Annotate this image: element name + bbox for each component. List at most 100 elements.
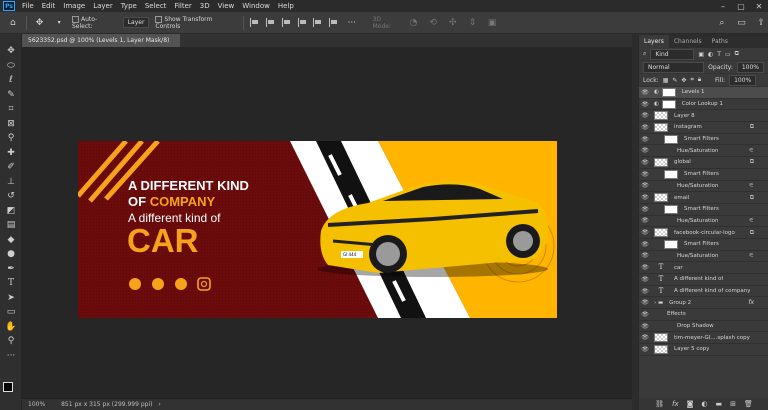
zoom-tool-icon[interactable]: ⚲ [0,334,22,349]
menu-filter[interactable]: Filter [170,2,195,10]
menu-select[interactable]: Select [141,2,171,10]
layer-row[interactable]: 👁︎ Smart Filters [639,134,768,146]
link-layers-icon[interactable]: ⛓ [655,400,664,408]
tab-paths[interactable]: Paths [707,35,733,48]
menu-view[interactable]: View [214,2,239,10]
healing-brush-tool-icon[interactable]: ✚ [0,146,22,161]
layer-row[interactable]: 👁︎ Effects [639,309,768,321]
layer-row[interactable]: 👁︎ T A different kind of [639,274,768,286]
visibility-eye-icon[interactable]: 👁︎ [639,323,651,330]
layer-row[interactable]: 👁︎ tim-meyer-GI....splash copy [639,332,768,345]
maximize-icon[interactable]: ▢ [732,0,750,12]
align-middle-icon[interactable] [313,18,323,27]
auto-select-checkbox[interactable]: Auto-Select: [72,15,117,30]
chevron-right-icon[interactable]: › [158,401,160,408]
layer-row[interactable]: 👁︎ Smart Filters [639,204,768,216]
align-top-icon[interactable] [297,18,308,27]
search-icon[interactable]: ⌕ [715,18,729,28]
visibility-eye-icon[interactable]: 👁︎ [639,112,651,119]
layer-row[interactable]: 👁︎ Smart Filters [639,239,768,251]
layer-row[interactable]: 👁︎ Hue/Saturation ⚟ [639,251,768,263]
fill-input[interactable]: 100% [729,74,757,86]
frame-tool-icon[interactable]: ⊠ [0,117,22,132]
layer-row[interactable]: 👁︎ Layer 5 copy [639,344,768,356]
visibility-eye-icon[interactable]: 👁︎ [639,136,651,143]
layer-effects-icon[interactable]: fx [748,299,754,306]
opacity-input[interactable]: 100% [736,61,764,73]
layer-row[interactable]: 👁︎ email ⧉ [639,192,768,204]
visibility-eye-icon[interactable]: 👁︎ [639,276,651,283]
move-tool-icon[interactable]: ✥ [33,18,47,28]
lock-transparent-icon[interactable]: ▦ [663,77,669,84]
layer-row[interactable]: 👁︎ Hue/Saturation ⚟ [639,216,768,228]
layer-row[interactable]: 👁︎ ◐ Color Lookup 1 [639,99,768,111]
layer-row[interactable]: 👁︎ instagram ⧉ [639,122,768,134]
new-layer-icon[interactable]: ⊞ [730,400,736,408]
close-icon[interactable]: ✕ [750,0,768,12]
blur-tool-icon[interactable]: ◆ [0,233,22,248]
type-tool-icon[interactable]: T [0,276,22,291]
minimize-icon[interactable]: – [714,0,732,12]
foreground-color[interactable] [3,382,13,392]
folder-icon[interactable]: › ▬ [654,300,663,306]
align-center-icon[interactable] [265,18,276,27]
layer-row[interactable]: 👁︎ Hue/Saturation ⚟ [639,145,768,158]
visibility-eye-icon[interactable]: 👁︎ [639,252,651,259]
pen-tool-icon[interactable]: ✒ [0,262,22,277]
eraser-tool-icon[interactable]: ◩ [0,204,22,219]
layer-row[interactable]: 👁︎ global ⧉ [639,157,768,169]
layer-row[interactable]: 👁︎ Drop Shadow [639,321,768,333]
blend-mode-select[interactable]: Normal [643,61,705,73]
visibility-eye-icon[interactable]: 👁︎ [639,217,651,224]
menu-3d[interactable]: 3D [196,2,214,10]
lasso-tool-icon[interactable]: ℓ [0,73,22,88]
dodge-tool-icon[interactable]: ● [0,247,22,262]
trash-icon[interactable]: 🗑︎ [744,400,753,408]
eyedropper-tool-icon[interactable]: ⚲ [0,131,22,146]
share-icon[interactable]: ⇪ [754,18,768,28]
layer-row[interactable]: 👁︎ Smart Filters [639,169,768,181]
new-group-icon[interactable]: ▬ [716,400,723,408]
layer-row[interactable]: 👁︎ ◐ Levels 1 [639,87,768,99]
filter-adjustment-icon[interactable]: ◐ [708,51,713,58]
menu-image[interactable]: Image [59,2,89,10]
marquee-tool-icon[interactable]: ⬭ [0,59,22,74]
visibility-eye-icon[interactable]: 👁︎ [639,334,651,341]
layer-row[interactable]: 👁︎ facebook-circular-logo ⧉ [639,227,768,239]
menu-help[interactable]: Help [274,2,298,10]
visibility-eye-icon[interactable]: 👁︎ [639,101,651,108]
visibility-eye-icon[interactable]: 👁︎ [639,346,651,353]
align-left-icon[interactable] [250,18,260,27]
layer-row[interactable]: 👁︎ Layer 8 [639,110,768,123]
banner-artwork[interactable]: A DIFFERENT KIND OF COMPANY A different … [78,141,557,318]
move-tool-icon[interactable]: ✥ [0,44,22,59]
visibility-eye-icon[interactable]: 👁︎ [639,147,651,154]
align-bottom-icon[interactable] [329,18,339,27]
filter-smart-object-icon[interactable]: ⧉ [735,50,739,58]
visibility-eye-icon[interactable]: 👁︎ [639,124,651,131]
visibility-eye-icon[interactable]: 👁︎ [639,299,651,306]
filter-pixel-icon[interactable]: ▣ [698,51,704,58]
workspace-icon[interactable]: ▭ [735,18,749,28]
visibility-eye-icon[interactable]: 👁︎ [639,229,651,236]
visibility-eye-icon[interactable]: 👁︎ [639,159,651,166]
add-style-icon[interactable]: fx [672,400,679,408]
adjustment-layer-icon[interactable]: ◐ [701,400,707,408]
layer-select[interactable]: Layer [122,17,150,28]
align-right-icon[interactable] [281,18,292,27]
layer-row[interactable]: 👁︎ › ▬ Group 2 fx [639,297,768,310]
clone-stamp-tool-icon[interactable]: ⊥ [0,175,22,190]
crop-tool-icon[interactable]: ⌗ [0,102,22,117]
lock-all-icon[interactable]: 🔒︎ [698,76,701,84]
filter-type-icon[interactable]: T [717,51,721,58]
shape-tool-icon[interactable]: ▭ [0,305,22,320]
more-options-icon[interactable]: ··· [345,18,359,28]
visibility-eye-icon[interactable]: 👁︎ [639,182,651,189]
filter-shape-icon[interactable]: ▭ [725,51,731,58]
gradient-tool-icon[interactable]: ▤ [0,218,22,233]
lock-artboard-icon[interactable]: ⌗ [690,76,693,84]
visibility-eye-icon[interactable]: 👁︎ [639,194,651,201]
document-tab[interactable]: 5623352.psd @ 100% (Levels 1, Layer Mask… [22,34,180,57]
layer-mask-thumbnail[interactable] [661,99,676,109]
tab-layers[interactable]: Layers [639,35,669,48]
